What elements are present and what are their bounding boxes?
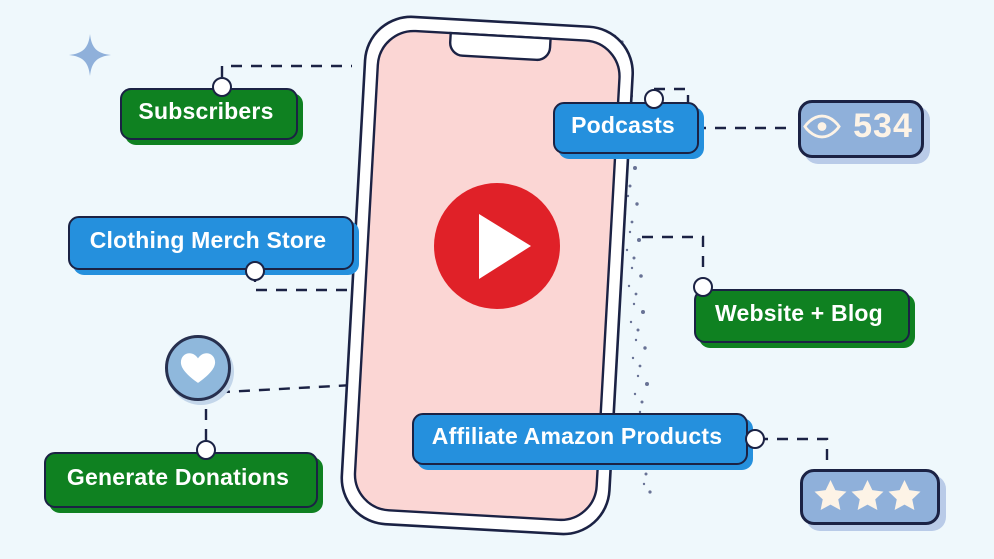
star-icon	[888, 479, 920, 510]
heart-icon	[180, 352, 216, 383]
node-website[interactable]	[693, 277, 713, 297]
star-icon	[851, 479, 883, 510]
label-generate-donations-text: Generate Donations	[66, 463, 290, 490]
label-subscribers[interactable]: Subscribers	[120, 88, 298, 140]
rating-badge[interactable]	[800, 469, 940, 525]
sparkle-icon	[68, 33, 112, 77]
play-button-graphic	[434, 183, 560, 309]
phone-notch	[449, 31, 552, 62]
node-podcasts[interactable]	[644, 89, 664, 109]
node-subscribers[interactable]	[212, 77, 232, 97]
label-clothing-merch-store[interactable]: Clothing Merch Store	[68, 216, 354, 270]
views-count: 534	[853, 106, 913, 145]
views-badge[interactable]: 534	[798, 100, 924, 158]
node-clothing[interactable]	[245, 261, 265, 281]
heart-icon-circle[interactable]	[165, 335, 231, 401]
eye-icon	[803, 114, 841, 138]
node-affiliate[interactable]	[745, 429, 765, 449]
label-clothing-merch-store-text: Clothing Merch Store	[89, 226, 327, 253]
label-subscribers-text: Subscribers	[138, 97, 274, 124]
label-website-blog[interactable]: Website + Blog	[694, 289, 910, 343]
label-affiliate-amazon-products[interactable]: Affiliate Amazon Products	[412, 413, 748, 465]
node-generate[interactable]	[196, 440, 216, 460]
infographic-canvas: Subscribers Clothing Merch Store Generat…	[0, 0, 994, 559]
label-podcasts[interactable]: Podcasts	[553, 102, 699, 154]
label-affiliate-amazon-products-text: Affiliate Amazon Products	[431, 422, 723, 449]
label-podcasts-text: Podcasts	[571, 111, 675, 138]
label-generate-donations[interactable]: Generate Donations	[44, 452, 318, 508]
star-icon	[814, 479, 846, 510]
label-website-blog-text: Website + Blog	[715, 299, 883, 326]
